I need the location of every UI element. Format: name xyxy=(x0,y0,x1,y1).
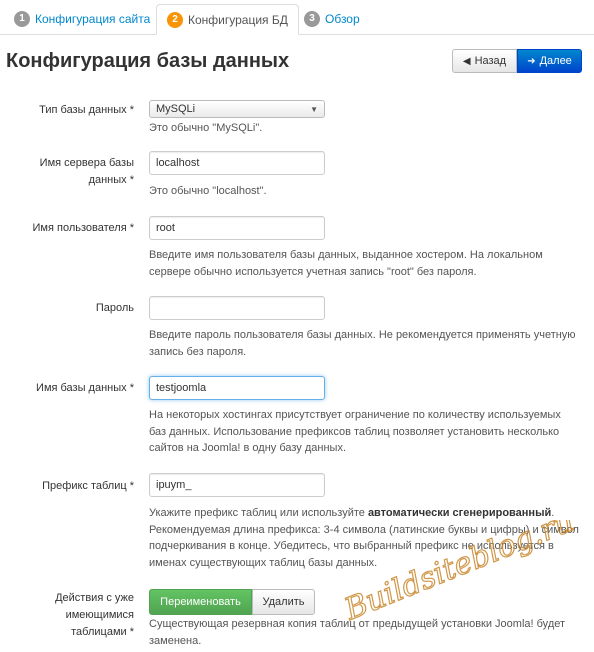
tab-db-config[interactable]: 2 Конфигурация БД xyxy=(156,4,299,35)
host-input-value: localhost xyxy=(156,157,200,169)
tab-overview[interactable]: 3 Обзор xyxy=(294,4,370,33)
page-title: Конфигурация базы данных xyxy=(6,50,290,72)
prefix-help-text: Укажите префикс таблиц или используйте xyxy=(149,507,368,519)
tab-number-badge: 3 xyxy=(304,10,320,27)
prefix-help-line: Укажите префикс таблиц или используйте а… xyxy=(149,505,589,522)
tab-label: Конфигурация сайта xyxy=(35,11,151,26)
tab-site-config[interactable]: 1 Конфигурация сайта xyxy=(4,4,160,33)
db-type-help: Это обычно "MySQLi". xyxy=(149,122,263,134)
password-help-line: запись без пароля. xyxy=(149,345,247,358)
rename-button[interactable]: Переименовать xyxy=(149,589,252,615)
host-input[interactable]: localhost xyxy=(149,151,325,175)
db-name-input[interactable]: testjoomla xyxy=(149,376,325,400)
arrow-left-icon: ◀ xyxy=(462,55,471,67)
prefix-label: Префикс таблиц * xyxy=(42,480,134,492)
next-button-label: Далее xyxy=(539,55,572,67)
auto-generated-prefix-text: автоматически сгенерированный xyxy=(367,507,552,519)
password-help: Введите пароль пользователя базы данных.… xyxy=(149,327,589,360)
prefix-help-text: . xyxy=(551,507,555,519)
old-tables-label-line: Действия с уже xyxy=(55,592,134,604)
chevron-down-icon: ▼ xyxy=(310,104,318,114)
db-name-help-line: баз данных. Использование префиксов табл… xyxy=(149,425,560,438)
delete-button[interactable]: Удалить xyxy=(252,589,315,615)
old-tables-label-line: имеющимися xyxy=(65,609,134,621)
user-input[interactable]: root xyxy=(149,216,325,240)
old-tables-help: Существующая резервная копия таблиц от п… xyxy=(149,616,589,649)
tab-label: Конфигурация БД xyxy=(188,12,288,27)
prefix-help-line: именах существующих таблиц базы данных. xyxy=(149,556,378,569)
host-help: Это обычно "localhost". xyxy=(149,185,267,197)
user-help: Введите имя пользователя базы данных, вы… xyxy=(149,247,589,280)
db-name-label: Имя базы данных * xyxy=(36,382,134,394)
db-name-input-value: testjoomla xyxy=(156,382,207,394)
db-name-help-line: сайтов на Joomla! в одну базу данных. xyxy=(149,442,347,454)
back-button[interactable]: ◀ Назад xyxy=(452,49,517,73)
old-tables-label-line: таблицами * xyxy=(71,626,134,638)
user-help-line: Введите имя пользователя базы данных, вы… xyxy=(149,249,543,261)
old-tables-help-line: Существующая резервная копия таблиц от п… xyxy=(149,618,566,630)
tab-number-badge: 1 xyxy=(14,10,30,27)
prefix-help: Укажите префикс таблиц или используйте а… xyxy=(149,505,589,571)
password-input[interactable] xyxy=(149,296,325,320)
tab-number-badge: 2 xyxy=(167,11,183,28)
db-name-help-line: На некоторых хостингах присутствует огра… xyxy=(149,409,561,421)
db-name-help: На некоторых хостингах присутствует огра… xyxy=(149,407,589,457)
user-input-value: root xyxy=(156,222,175,234)
prefix-help-line: подчеркивания в конце. Убедитесь, что вы… xyxy=(149,540,554,552)
db-type-select[interactable]: MySQLi ▼ xyxy=(149,100,325,118)
db-type-label: Тип базы данных * xyxy=(39,104,134,116)
user-label: Имя пользователя * xyxy=(32,222,134,234)
password-label: Пароль xyxy=(95,302,134,314)
db-type-value: MySQLi xyxy=(156,103,196,115)
prefix-input[interactable]: ipuym_ xyxy=(149,473,325,497)
host-label-line: данных * xyxy=(88,174,134,186)
old-tables-help-line: заменена. xyxy=(149,634,202,647)
prefix-help-line: Рекомендуемая длина префикса: 3-4 символ… xyxy=(149,523,579,536)
tab-label: Обзор xyxy=(325,11,360,26)
password-help-line: Введите пароль пользователя базы данных.… xyxy=(149,329,576,341)
next-button[interactable]: ➜ Далее xyxy=(517,49,582,73)
arrow-right-icon: ➜ xyxy=(527,55,536,67)
host-label-line: Имя сервера базы xyxy=(39,157,134,169)
user-help-line: сервере обычно используется учетная запи… xyxy=(149,265,477,278)
old-tables-label: Действия с уже имеющимися таблицами * xyxy=(55,590,134,641)
wizard-tabs: 1 Конфигурация сайта 2 Конфигурация БД 3… xyxy=(0,0,594,35)
prefix-input-value: ipuym_ xyxy=(156,479,192,491)
back-button-label: Назад xyxy=(474,55,507,67)
host-label: Имя сервера базы данных * xyxy=(40,155,134,189)
